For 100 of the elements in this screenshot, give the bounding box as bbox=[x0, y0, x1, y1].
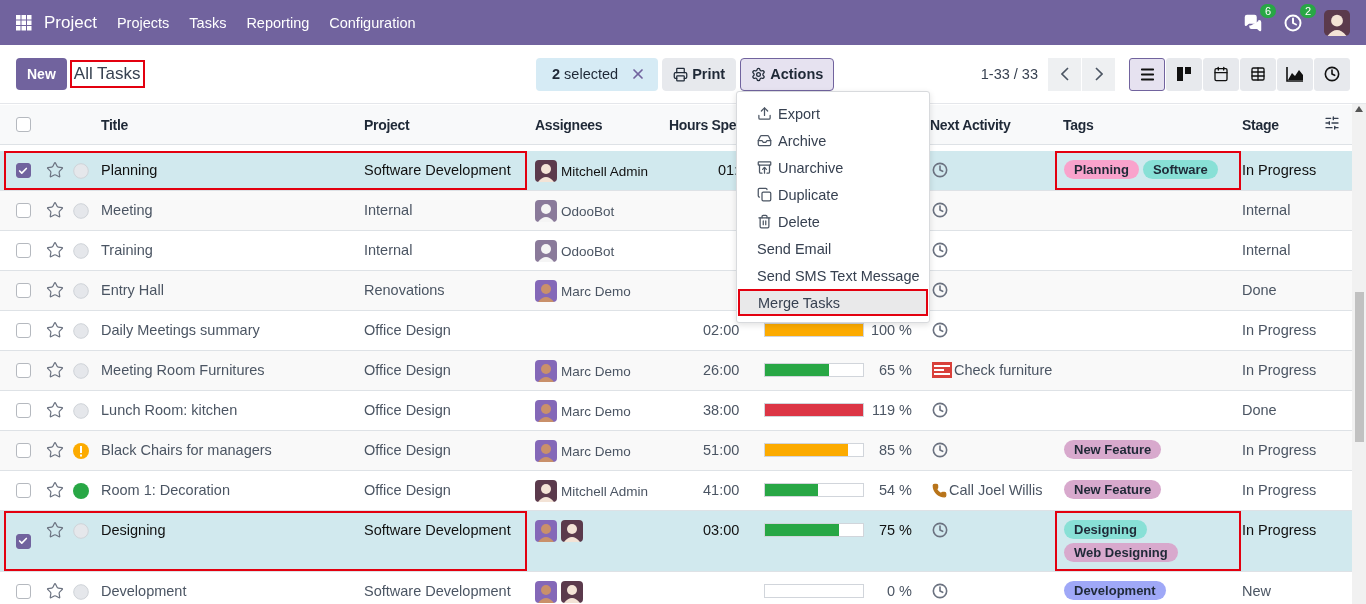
avatar bbox=[535, 520, 557, 542]
new-button[interactable]: New bbox=[16, 58, 67, 90]
project-name: Internal bbox=[363, 201, 414, 218]
clock-icon[interactable] bbox=[932, 583, 948, 599]
clock-icon[interactable] bbox=[932, 522, 948, 538]
project-name: Internal bbox=[363, 241, 414, 258]
status-dot[interactable] bbox=[73, 363, 89, 379]
column-header[interactable]: Tags bbox=[1055, 116, 1234, 133]
upload-icon bbox=[757, 106, 772, 121]
column-header[interactable]: Stage bbox=[1234, 116, 1320, 133]
star-icon[interactable] bbox=[46, 401, 64, 419]
pager-value[interactable]: 1-33 / 33 bbox=[980, 66, 1038, 82]
menu-item[interactable]: Export bbox=[737, 100, 929, 127]
column-header[interactable]: Project bbox=[356, 116, 527, 133]
chevron-left-icon bbox=[1060, 67, 1069, 81]
star-icon[interactable] bbox=[46, 481, 64, 499]
chat-icon[interactable] bbox=[1244, 13, 1262, 32]
status-dot[interactable] bbox=[73, 483, 89, 499]
menu-item[interactable]: Send Email bbox=[737, 235, 929, 262]
row-checkbox[interactable] bbox=[15, 323, 31, 338]
nav-menu-item[interactable]: Tasks bbox=[189, 14, 227, 31]
activity-label[interactable]: Check furniture bbox=[954, 362, 1053, 378]
row-checkbox[interactable] bbox=[15, 243, 31, 258]
app-name[interactable]: Project bbox=[44, 12, 97, 33]
row-checkbox[interactable] bbox=[15, 163, 31, 178]
star-icon[interactable] bbox=[46, 161, 64, 179]
star-icon[interactable] bbox=[46, 321, 64, 339]
tag: Designing bbox=[1064, 520, 1147, 539]
row-checkbox[interactable] bbox=[15, 533, 31, 549]
assignee-name: OdooBot bbox=[561, 243, 615, 259]
nav-menu-item[interactable]: Reporting bbox=[246, 14, 310, 31]
activity-label[interactable]: Call Joel Willis bbox=[949, 482, 1043, 498]
next-button[interactable] bbox=[1082, 57, 1115, 91]
assignee-name: Mitchell Admin bbox=[561, 163, 649, 179]
clock-icon[interactable] bbox=[932, 402, 948, 418]
clock-icon[interactable] bbox=[932, 242, 948, 258]
star-icon[interactable] bbox=[46, 281, 64, 299]
menu-item[interactable]: Merge Tasks bbox=[738, 289, 928, 316]
menu-item[interactable]: Send SMS Text Message bbox=[737, 262, 929, 289]
actions-button[interactable]: Actions bbox=[740, 57, 835, 91]
status-dot[interactable] bbox=[73, 584, 89, 600]
scrollbar[interactable] bbox=[1352, 104, 1366, 604]
select-all-checkbox[interactable] bbox=[15, 117, 31, 132]
row-checkbox[interactable] bbox=[15, 283, 31, 298]
status-dot[interactable] bbox=[73, 203, 89, 219]
project-name: Software Development bbox=[363, 161, 512, 178]
table-icon bbox=[1250, 66, 1266, 82]
clock-icon[interactable] bbox=[932, 162, 948, 178]
menu-item[interactable]: Delete bbox=[737, 208, 929, 235]
scroll-thumb[interactable] bbox=[1354, 292, 1364, 442]
clock-icon bbox=[1324, 66, 1340, 82]
status-dot[interactable] bbox=[73, 403, 89, 419]
nav-menu-item[interactable]: Projects bbox=[116, 14, 170, 31]
star-icon[interactable] bbox=[46, 201, 64, 219]
phone-icon[interactable] bbox=[932, 482, 947, 498]
apps-menu-icon[interactable] bbox=[16, 14, 32, 31]
scroll-up-icon[interactable] bbox=[1355, 106, 1363, 112]
menu-item[interactable]: Archive bbox=[737, 127, 929, 154]
project-name: Office Design bbox=[363, 361, 452, 378]
column-header[interactable]: Assignees bbox=[527, 116, 665, 133]
stage-name: Done bbox=[1241, 401, 1278, 418]
star-icon[interactable] bbox=[46, 582, 64, 600]
status-dot[interactable] bbox=[73, 243, 89, 259]
selected-row[interactable]: Designing Software Development 03:00 75 % Designing Web Designing In Progress bbox=[0, 511, 1352, 572]
previous-button[interactable] bbox=[1048, 57, 1081, 91]
menu-item[interactable]: Unarchive bbox=[737, 154, 929, 181]
status-dot[interactable] bbox=[73, 283, 89, 299]
project-name: Office Design bbox=[363, 321, 452, 338]
task-title: Entry Hall bbox=[100, 281, 165, 298]
print-button[interactable]: Print bbox=[662, 57, 737, 91]
row-checkbox[interactable] bbox=[15, 443, 31, 458]
nav-menu-item[interactable]: Configuration bbox=[329, 14, 416, 31]
list-icon[interactable] bbox=[932, 362, 952, 378]
avatar bbox=[535, 280, 557, 302]
clock-icon[interactable] bbox=[932, 442, 948, 458]
star-icon[interactable] bbox=[46, 241, 64, 259]
star-icon[interactable] bbox=[46, 521, 64, 539]
row-checkbox[interactable] bbox=[15, 584, 31, 599]
box-arrow-icon bbox=[757, 160, 772, 175]
status-dot[interactable] bbox=[73, 323, 89, 339]
project-name: Office Design bbox=[363, 481, 452, 498]
clock-icon[interactable] bbox=[932, 282, 948, 298]
row-checkbox[interactable] bbox=[15, 363, 31, 378]
progress-percent: 75 % bbox=[877, 522, 912, 538]
kanban-icon bbox=[1176, 66, 1192, 82]
column-header[interactable]: Title bbox=[95, 116, 356, 133]
view-switch-button[interactable] bbox=[1129, 57, 1165, 91]
breadcrumb-title: All Tasks bbox=[69, 60, 145, 88]
row-checkbox[interactable] bbox=[15, 203, 31, 218]
star-icon[interactable] bbox=[46, 361, 64, 379]
clock-icon[interactable] bbox=[932, 322, 948, 338]
hours-value: 51:00 bbox=[702, 441, 741, 458]
row-checkbox[interactable] bbox=[15, 403, 31, 418]
progress-percent: 100 % bbox=[869, 322, 912, 338]
row-checkbox[interactable] bbox=[15, 483, 31, 498]
sliders-icon[interactable] bbox=[1324, 115, 1340, 131]
star-icon[interactable] bbox=[46, 441, 64, 459]
clock-icon[interactable] bbox=[932, 202, 948, 218]
tag: Planning bbox=[1064, 160, 1139, 179]
check-icon bbox=[18, 536, 28, 546]
